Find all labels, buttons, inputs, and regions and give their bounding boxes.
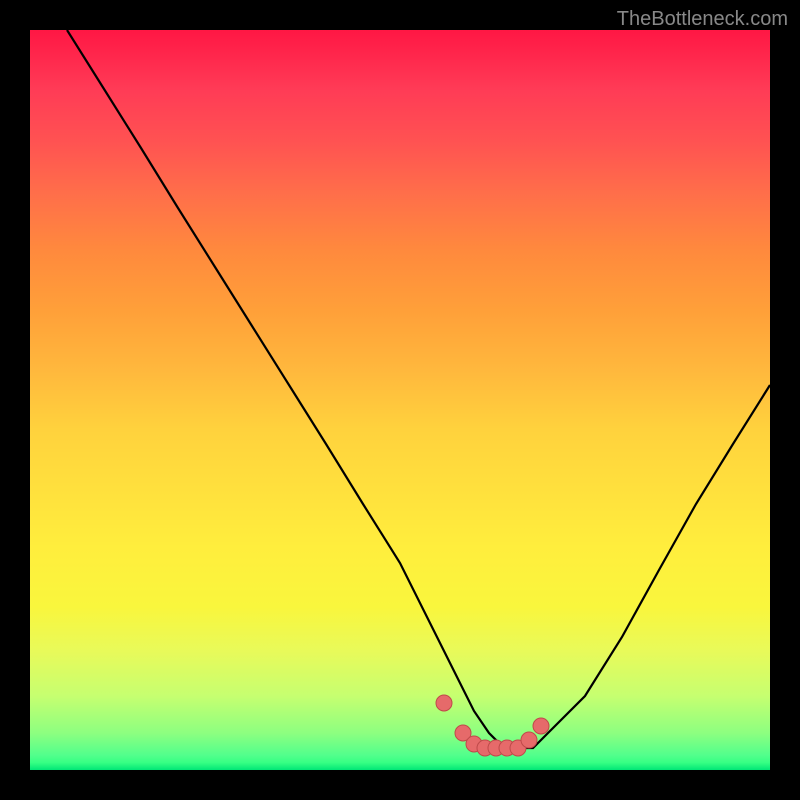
marker-dot [436,695,452,711]
optimal-zone-markers [436,695,549,756]
bottleneck-curve [67,30,770,748]
marker-dot [521,732,537,748]
watermark-text: TheBottleneck.com [617,8,788,31]
marker-dot [533,718,549,734]
plot-area [30,30,770,770]
curve-svg [30,30,770,770]
